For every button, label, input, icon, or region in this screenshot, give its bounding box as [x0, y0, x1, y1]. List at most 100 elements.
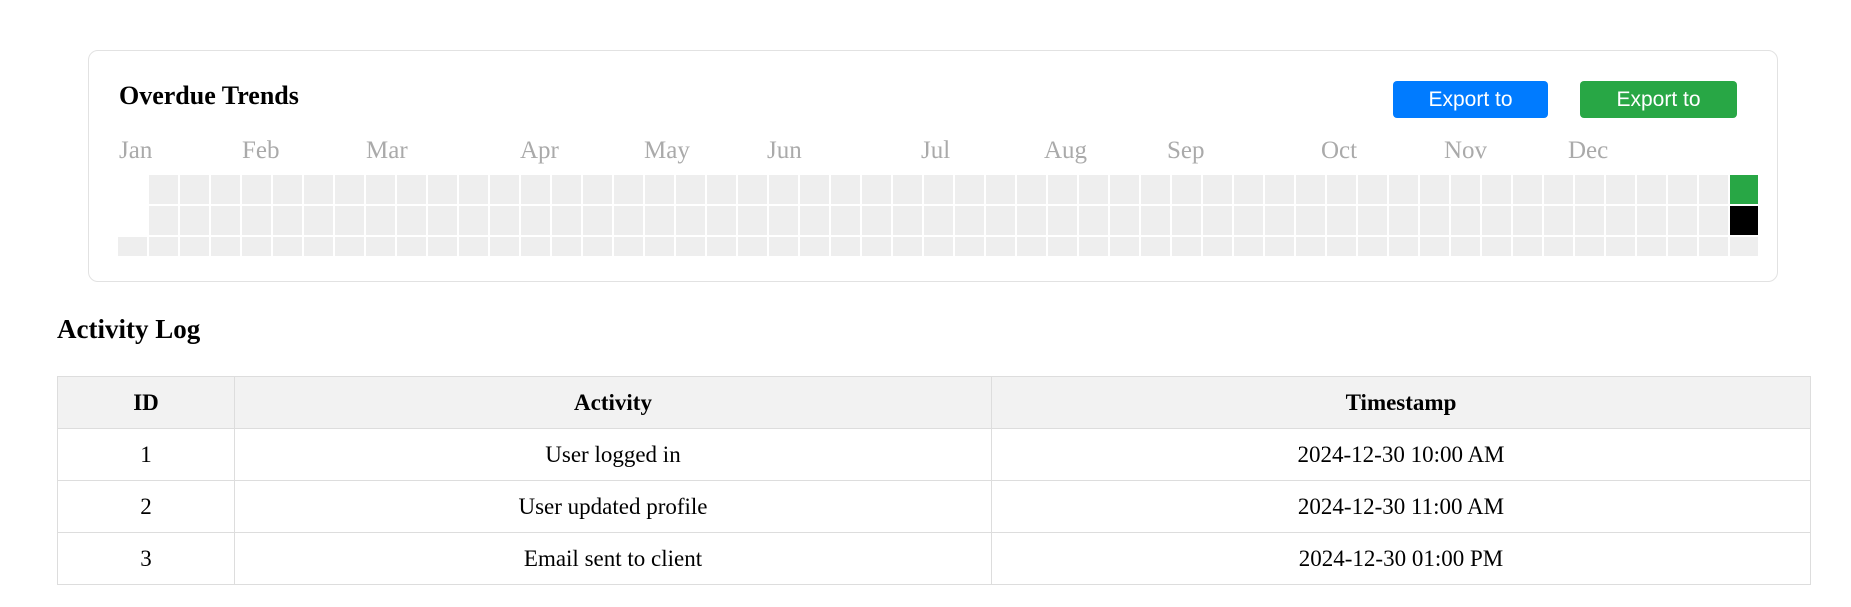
heatmap-cell — [645, 175, 674, 204]
heatmap-cell — [1513, 175, 1542, 204]
heatmap-cell — [1513, 206, 1542, 235]
export-csv-button[interactable]: Export to CSV — [1580, 81, 1737, 148]
heatmap-cell — [521, 206, 550, 235]
export-pdf-button[interactable]: Export to PDF — [1393, 81, 1548, 148]
heatmap-cell — [1265, 175, 1294, 204]
heatmap-cell — [1048, 206, 1077, 235]
heatmap-cell — [1668, 175, 1697, 204]
cell-activity: User updated profile — [234, 480, 992, 533]
heatmap-cell — [273, 175, 302, 204]
table-header-row: ID Activity Timestamp — [57, 376, 1811, 429]
table-row: 3 Email sent to client 2024-12-30 01:00 … — [57, 532, 1811, 585]
heatmap-cell — [459, 175, 488, 204]
heatmap-cell — [1482, 206, 1511, 235]
heatmap-cell — [1699, 237, 1728, 256]
month-label-dec: Dec — [1568, 137, 1609, 164]
cell-timestamp: 2024-12-30 11:00 AM — [991, 480, 1811, 533]
heatmap-cell — [676, 237, 705, 256]
heatmap-cell — [149, 175, 178, 204]
heatmap-cell — [1606, 237, 1635, 256]
heatmap-cell — [893, 237, 922, 256]
month-label-aug: Aug — [1044, 137, 1088, 164]
heatmap-cell — [1420, 206, 1449, 235]
heatmap-cell — [986, 175, 1015, 204]
heatmap-cell — [1513, 237, 1542, 256]
heatmap-cell — [366, 206, 395, 235]
heatmap-cell — [1420, 175, 1449, 204]
heatmap-grid — [118, 175, 1758, 256]
heatmap-cell — [1606, 206, 1635, 235]
heatmap-cell — [769, 175, 798, 204]
heatmap-cell — [583, 206, 612, 235]
heatmap-cell — [366, 237, 395, 256]
heatmap-cell — [924, 237, 953, 256]
heatmap-cell — [645, 237, 674, 256]
heatmap-cell — [1017, 175, 1046, 204]
heatmap-cell — [1730, 237, 1758, 256]
heatmap-cell — [800, 206, 829, 235]
heatmap-cell — [1296, 175, 1325, 204]
heatmap-cell — [862, 206, 891, 235]
heatmap-cell — [335, 206, 364, 235]
heatmap-cell — [180, 206, 209, 235]
heatmap-cell — [1079, 237, 1108, 256]
heatmap-cell — [242, 175, 271, 204]
cell-timestamp: 2024-12-30 01:00 PM — [991, 532, 1811, 585]
month-label-apr: Apr — [520, 137, 559, 164]
heatmap-cell — [738, 237, 767, 256]
heatmap-cell — [1451, 175, 1480, 204]
heatmap-cell — [1296, 206, 1325, 235]
heatmap-cell — [1141, 237, 1170, 256]
heatmap-cell — [211, 175, 240, 204]
heatmap-cell — [1172, 206, 1201, 235]
heatmap-cell — [583, 237, 612, 256]
activity-log-title: Activity Log — [57, 314, 201, 344]
heatmap-cell — [1265, 206, 1294, 235]
heatmap-cell — [1203, 206, 1232, 235]
month-label-nov: Nov — [1444, 137, 1488, 164]
column-header-activity: Activity — [234, 376, 992, 429]
heatmap-cell — [1637, 237, 1666, 256]
column-header-timestamp: Timestamp — [991, 376, 1811, 429]
heatmap-cell — [397, 206, 426, 235]
heatmap-cell — [614, 206, 643, 235]
heatmap-cell — [1389, 175, 1418, 204]
heatmap-cell — [862, 175, 891, 204]
heatmap-cell — [645, 206, 674, 235]
heatmap-cell — [1141, 206, 1170, 235]
heatmap-cell — [1234, 237, 1263, 256]
heatmap-cell — [862, 237, 891, 256]
heatmap-cell — [149, 206, 178, 235]
heatmap-cell — [1327, 237, 1356, 256]
overdue-trends-card: Overdue Trends Export to PDF Export to C… — [88, 50, 1778, 282]
cell-activity: Email sent to client — [234, 532, 992, 585]
heatmap-cell — [1110, 175, 1139, 204]
heatmap-cell — [1141, 175, 1170, 204]
heatmap-cell — [149, 237, 178, 256]
heatmap-cell — [211, 237, 240, 256]
heatmap-cell — [366, 175, 395, 204]
heatmap-cell — [459, 206, 488, 235]
cell-timestamp: 2024-12-30 10:00 AM — [991, 428, 1811, 481]
heatmap-cell — [335, 237, 364, 256]
heatmap-cell — [428, 237, 457, 256]
activity-log-table: ID Activity Timestamp 1 User logged in 2… — [57, 376, 1811, 585]
heatmap-cell — [552, 206, 581, 235]
heatmap-cell — [1172, 237, 1201, 256]
heatmap-cell — [1575, 175, 1604, 204]
heatmap-cell — [1110, 206, 1139, 235]
cell-id: 1 — [57, 428, 235, 481]
heatmap-cell — [304, 206, 333, 235]
heatmap-cell — [552, 175, 581, 204]
table-row: 2 User updated profile 2024-12-30 11:00 … — [57, 480, 1811, 533]
heatmap-cell — [831, 175, 860, 204]
heatmap-cell — [1358, 206, 1387, 235]
heatmap-cell — [986, 206, 1015, 235]
heatmap-cell — [800, 237, 829, 256]
cell-activity: User logged in — [234, 428, 992, 481]
cell-id: 2 — [57, 480, 235, 533]
heatmap-cell — [1668, 206, 1697, 235]
month-label-feb: Feb — [242, 137, 280, 164]
heatmap-cell — [1203, 175, 1232, 204]
heatmap-cell-highlighted — [1730, 175, 1758, 204]
